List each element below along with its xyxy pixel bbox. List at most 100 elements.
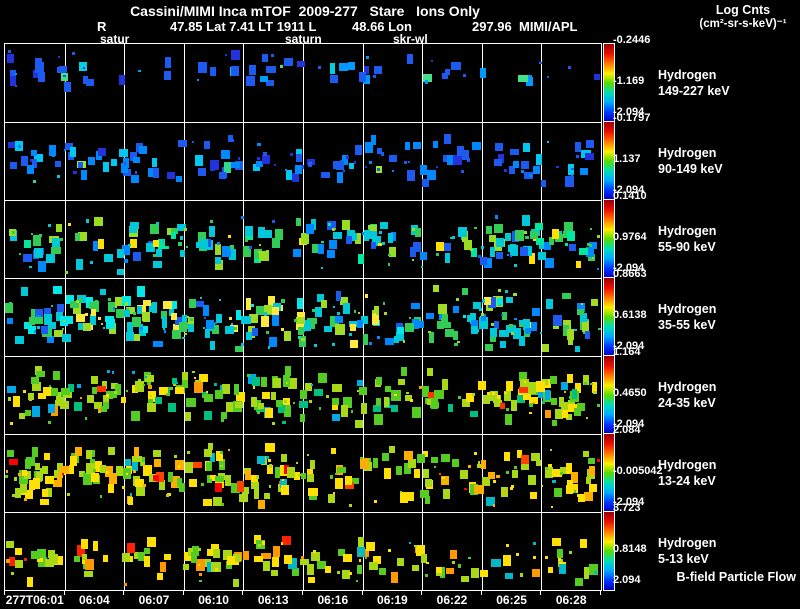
data-cell [470, 567, 480, 579]
data-cell [373, 405, 381, 412]
data-cell [43, 307, 52, 314]
data-cell [481, 460, 487, 469]
data-cell [244, 470, 251, 480]
data-speck [143, 484, 147, 488]
data-cell [292, 248, 301, 258]
data-cell [153, 260, 163, 268]
colorbar-tick-bot: 2.094 [613, 574, 641, 586]
gridline [481, 435, 483, 513]
data-speck [548, 463, 552, 468]
data-cell [296, 154, 302, 163]
time-tick-label: 277T06:01 [5, 593, 64, 607]
data-speck [215, 567, 219, 571]
data-speck [497, 289, 502, 293]
data-cell [55, 160, 62, 168]
data-cell [358, 386, 368, 396]
data-cell [296, 298, 303, 309]
data-speck [29, 265, 32, 269]
data-cell [413, 142, 422, 149]
data-cell [87, 395, 94, 404]
colorbar-tick-top: 3.723 [613, 502, 641, 514]
spectrogram-panel [5, 434, 601, 513]
data-speck [292, 401, 296, 405]
data-cell [5, 302, 13, 313]
colorbar-legend: Log Cnts (cm²-sr-s-keV)⁻¹ [688, 3, 798, 31]
data-cell [334, 316, 343, 323]
data-cell [395, 466, 403, 475]
data-speck [23, 558, 27, 561]
data-speck [379, 230, 383, 234]
data-speck [564, 390, 567, 393]
axis-tick [63, 591, 65, 595]
data-cell [321, 300, 328, 308]
data-cell [237, 481, 245, 492]
data-speck [73, 170, 77, 175]
data-speck [336, 570, 341, 575]
colorbar-tick-mid: 0.8148 [613, 543, 647, 555]
data-speck [63, 74, 66, 78]
data-speck [266, 331, 269, 334]
data-cell [437, 321, 445, 330]
data-cell [59, 65, 67, 72]
data-cell [487, 472, 496, 479]
data-cell [119, 149, 128, 158]
data-speck [267, 346, 271, 349]
data-cell [500, 402, 506, 409]
data-speck [93, 468, 97, 472]
data-cell [65, 315, 73, 324]
data-cell [194, 381, 204, 393]
data-speck [129, 493, 133, 496]
data-speck [523, 380, 526, 383]
data-speck [231, 139, 235, 142]
data-speck [123, 162, 126, 165]
data-cell [166, 172, 176, 179]
data-speck [62, 319, 65, 322]
data-speck [99, 495, 103, 498]
data-cell [245, 331, 252, 341]
data-cell [558, 563, 566, 575]
data-speck [217, 241, 221, 245]
data-cell [585, 476, 591, 484]
data-speck [295, 462, 298, 465]
data-speck [40, 468, 44, 472]
data-speck [402, 340, 405, 343]
data-cell [384, 396, 390, 408]
data-cell [83, 323, 92, 331]
data-cell [44, 314, 52, 326]
data-speck [184, 332, 187, 336]
data-cell [552, 228, 560, 239]
data-speck [353, 161, 357, 164]
gridline [481, 513, 483, 591]
data-cell [427, 170, 436, 180]
data-cell [354, 144, 363, 155]
data-speck [198, 572, 202, 576]
data-speck [107, 298, 111, 302]
data-cell [205, 320, 214, 329]
data-cell [338, 63, 349, 72]
data-cell [579, 168, 588, 176]
data-cell [185, 412, 192, 422]
data-speck [451, 560, 455, 564]
data-speck [533, 556, 536, 559]
data-cell [585, 140, 594, 149]
data-cell [331, 448, 337, 455]
data-cell [448, 404, 454, 413]
data-cell [204, 140, 211, 150]
data-speck [194, 376, 197, 379]
data-speck [30, 168, 34, 171]
data-cell [554, 487, 562, 498]
data-cell [235, 401, 244, 408]
data-cell [116, 249, 124, 259]
data-cell [584, 152, 594, 160]
data-speck [228, 235, 231, 238]
data-cell [53, 371, 61, 381]
data-speck [268, 485, 272, 488]
data-speck [163, 330, 167, 333]
data-speck [337, 312, 341, 316]
data-speck [161, 240, 165, 243]
data-cell [567, 230, 576, 241]
data-speck [106, 369, 111, 374]
data-cell [342, 302, 351, 314]
data-cell [428, 332, 434, 343]
data-speck [230, 322, 234, 326]
